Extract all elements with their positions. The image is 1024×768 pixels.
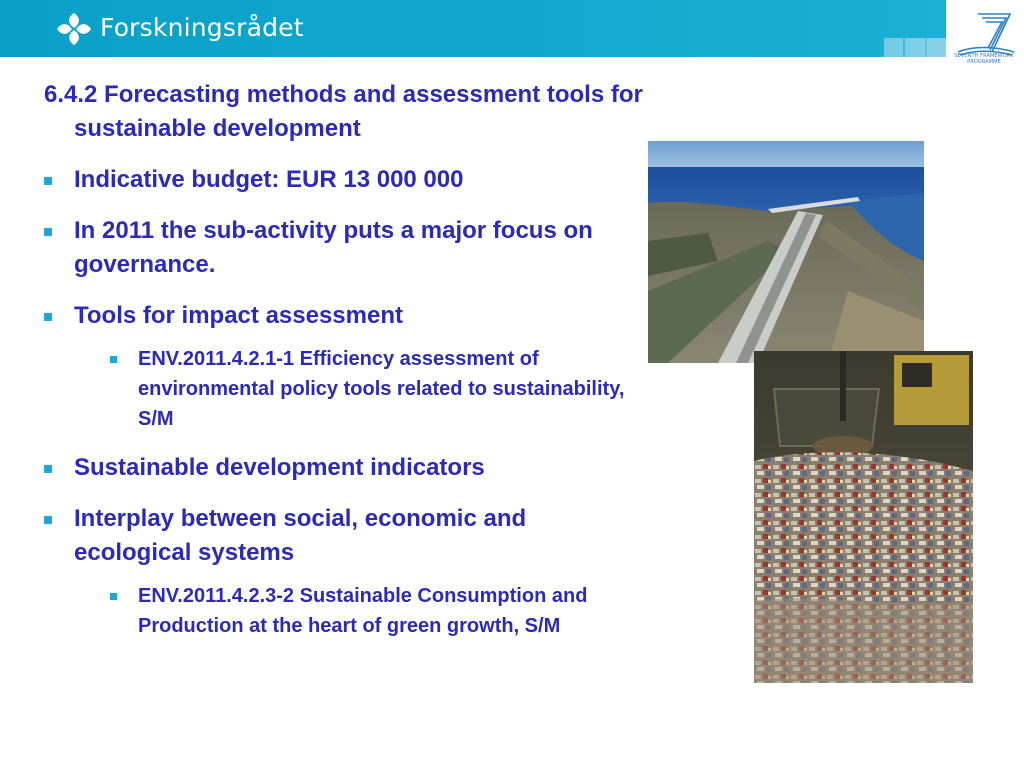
- bullet-item: Indicative budget: EUR 13 000 000: [44, 163, 648, 197]
- square-bullet-icon: [110, 593, 117, 600]
- bullet-item: Tools for impact assessment: [44, 299, 648, 333]
- sub-bullet-text: ENV.2011.4.2.1-1 Efficiency assessment o…: [138, 348, 625, 430]
- sub-bullet-text: ENV.2011.4.2.3-2 Sustainable Consumption…: [138, 585, 588, 637]
- bullet-text: Tools for impact assessment: [74, 302, 403, 329]
- bullet-text: Indicative budget: EUR 13 000 000: [74, 166, 464, 193]
- square-bullet-icon: [44, 465, 52, 473]
- bullet-text: In 2011 the sub-activity puts a major fo…: [74, 217, 593, 278]
- slide-content: 6.4.2 Forecasting methods and assessment…: [44, 78, 648, 658]
- scrap-metal-photo-image: [754, 351, 973, 683]
- sub-bullet-item: ENV.2011.4.2.3-2 Sustainable Consumption…: [44, 581, 648, 641]
- highway-photo-image: [648, 141, 924, 363]
- square-bullet-icon: [110, 356, 117, 363]
- highway-photo: [648, 141, 924, 363]
- square-bullet-icon: [44, 516, 52, 524]
- header-tiles: [884, 38, 946, 57]
- sub-bullet-item: ENV.2011.4.2.1-1 Efficiency assessment o…: [44, 344, 648, 434]
- fp7-caption: SEVENTH FRAMEWORK PROGRAMME: [954, 53, 1014, 65]
- bullet-item: Sustainable development indicators: [44, 451, 648, 485]
- bullet-text: Interplay between social, economic and e…: [74, 505, 527, 566]
- bullet-item: Interplay between social, economic and e…: [44, 502, 648, 570]
- scrap-metal-photo: [754, 351, 973, 683]
- header-logo-text: Forskningsrådet: [100, 13, 304, 42]
- header-bar: Forskningsrådet: [0, 0, 946, 57]
- forskningsradet-logo-icon: [57, 13, 91, 45]
- square-bullet-icon: [44, 228, 52, 236]
- bullet-item: In 2011 the sub-activity puts a major fo…: [44, 214, 648, 282]
- square-bullet-icon: [44, 313, 52, 321]
- slide-heading: 6.4.2 Forecasting methods and assessment…: [44, 81, 643, 142]
- bullet-text: Sustainable development indicators: [74, 454, 485, 481]
- square-bullet-icon: [44, 177, 52, 185]
